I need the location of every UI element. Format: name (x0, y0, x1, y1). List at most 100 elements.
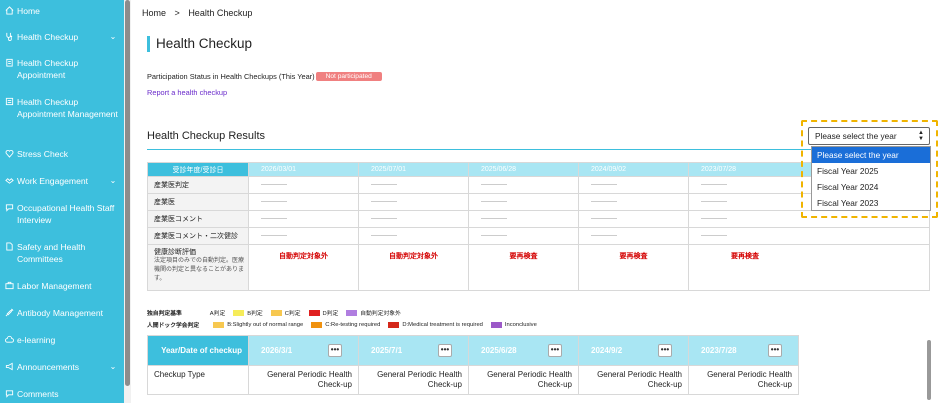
dropdown-option[interactable]: Fiscal Year 2023 (812, 195, 930, 211)
sidebar-item-label: Antibody Management (17, 308, 103, 318)
table-header-row: Year/Date of checkup 2026/3/1 ••• 2025/7/… (147, 335, 930, 366)
sidebar-item-appointment-management[interactable]: Health Checkup Appointment Management (0, 96, 124, 120)
sidebar-item-label: Stress Check (17, 149, 69, 159)
table-header-date: 2024/09/02 (578, 162, 689, 177)
legend-label: Inconclusive (504, 321, 537, 328)
sidebar-item-health-checkup[interactable]: Health Checkup ⌄ (0, 31, 124, 43)
sidebar-item-label: e-learning (17, 335, 56, 345)
sidebar-item-home[interactable]: Home (0, 5, 124, 17)
more-options-button[interactable]: ••• (328, 344, 342, 357)
sidebar-item-label: Comments (17, 389, 59, 399)
row-label: 産業医コメント・二次健診 (147, 227, 249, 245)
more-options-button[interactable]: ••• (548, 344, 562, 357)
empty-cell (358, 193, 469, 211)
checkup-type-value: General Periodic Health Check-up (248, 365, 359, 395)
row-label: 産業医 (147, 193, 249, 211)
sidebar: Home Health Checkup ⌄ Health Checkup App… (0, 0, 124, 403)
table-row-evaluation: 健康診断評価 法定項目のみでの自動判定。医療機関の判定と異なることがあります。 … (147, 244, 930, 291)
list-icon (5, 97, 14, 106)
empty-cell (688, 227, 930, 245)
more-options-button[interactable]: ••• (768, 344, 782, 357)
checkup-details-table: Year/Date of checkup 2026/3/1 ••• 2025/7/… (147, 335, 930, 395)
table-header-date: 2025/07/01 (358, 162, 469, 177)
row-label: Checkup Type (147, 365, 249, 395)
more-options-button[interactable]: ••• (658, 344, 672, 357)
legend-title: 人間ドック学会判定 (147, 323, 200, 329)
year-select[interactable]: Please select the year ▲ ▼ (808, 127, 930, 145)
checkup-type-value: General Periodic Health Check-up (578, 365, 689, 395)
more-options-button[interactable]: ••• (438, 344, 452, 357)
sidebar-item-label: Safety and Health Committees (17, 242, 86, 264)
empty-cell (799, 366, 930, 395)
breadcrumb: Home > Health Checkup (142, 8, 258, 18)
chevron-down-icon: ⌄ (109, 362, 117, 371)
legend-swatch (270, 309, 282, 316)
dropdown-option[interactable]: Fiscal Year 2024 (812, 179, 930, 195)
empty-cell (578, 227, 689, 245)
status-badge: Not participated (315, 72, 382, 81)
legend-swatch (311, 321, 323, 328)
legend-ningen-dock: 人間ドック学会判定 B:Slightly out of normal range… (147, 320, 537, 329)
table-header-date-cell: 2025/6/28 ••• (468, 335, 579, 366)
chevron-down-icon: ⌄ (109, 176, 117, 185)
sidebar-item-work-engagement[interactable]: Work Engagement ⌄ (0, 175, 124, 187)
sidebar-item-stress-check[interactable]: Stress Check (0, 148, 124, 160)
sidebar-item-safety-committees[interactable]: Safety and Health Committees (0, 241, 124, 265)
heart-icon (5, 149, 14, 158)
table-header-year: 受診年度/受診日 (147, 162, 249, 177)
sidebar-item-label: Occupational Health Staff Interview (17, 203, 115, 225)
legend-swatch (308, 309, 320, 316)
legend-label: 自動判定対象外 (360, 311, 401, 317)
cloud-icon (5, 335, 14, 344)
megaphone-icon (5, 362, 14, 371)
document-icon (5, 242, 14, 251)
table-header-date: 2025/6/28 (481, 346, 517, 355)
handshake-icon (5, 176, 14, 185)
evaluation-label-cell: 健康診断評価 法定項目のみでの自動判定。医療機関の判定と異なることがあります。 (147, 244, 249, 291)
chevron-down-icon: ⌄ (109, 32, 117, 41)
participation-label: Participation Status in Health Checkups … (147, 72, 315, 81)
evaluation-value: 自動判定対象外 (358, 244, 469, 291)
sidebar-item-e-learning[interactable]: e-learning (0, 334, 124, 346)
table-header-date: 2025/06/28 (468, 162, 579, 177)
sidebar-item-comments[interactable]: Comments (0, 388, 124, 400)
empty-cell (468, 193, 579, 211)
legend-swatch (490, 321, 502, 328)
table-header-year: Year/Date of checkup (147, 335, 249, 366)
clipboard-icon (5, 58, 14, 67)
legend-label: C判定 (284, 311, 301, 317)
participation-status: Participation Status in Health Checkups … (147, 72, 382, 81)
sidebar-item-health-checkup-appointment[interactable]: Health Checkup Appointment (0, 57, 124, 81)
legend-title: 独自判定基準 (147, 311, 182, 317)
row-label: 産業医判定 (147, 176, 249, 194)
select-arrows-icon: ▲ ▼ (918, 130, 924, 142)
legend-label: D:Medical treatment is required (402, 321, 483, 328)
evaluation-value: 要再検査 (688, 244, 930, 291)
sidebar-item-label: Health Checkup Appointment (17, 58, 79, 80)
empty-cell (248, 210, 359, 228)
table-header-date: 2026/3/1 (261, 346, 293, 355)
sidebar-item-labor-management[interactable]: Labor Management (0, 280, 124, 292)
chat-icon (5, 203, 14, 212)
sidebar-scrollbar-thumb[interactable] (125, 0, 130, 386)
empty-cell (358, 227, 469, 245)
empty-cell (248, 193, 359, 211)
sidebar-item-label: Home (17, 6, 40, 16)
sidebar-item-staff-interview[interactable]: Occupational Health Staff Interview (0, 202, 124, 226)
home-icon (5, 6, 14, 15)
table-header-date: 2025/7/1 (371, 346, 403, 355)
sidebar-item-announcements[interactable]: Announcements ⌄ (0, 361, 124, 373)
table-header-date: 2023/7/28 (701, 346, 737, 355)
evaluation-value: 要再検査 (578, 244, 689, 291)
sidebar-item-label: Health Checkup Appointment Management (17, 97, 118, 119)
evaluation-value: 自動判定対象外 (248, 244, 359, 291)
report-health-checkup-link[interactable]: Report a health checkup (147, 88, 227, 97)
sidebar-item-antibody-management[interactable]: Antibody Management (0, 307, 124, 319)
dropdown-option[interactable]: Fiscal Year 2025 (812, 163, 930, 179)
legend-label: A判定 (209, 311, 226, 317)
breadcrumb-home[interactable]: Home (142, 8, 166, 18)
page-scrollbar[interactable] (927, 340, 931, 400)
dropdown-option[interactable]: Please select the year (812, 147, 930, 163)
checkup-type-value: General Periodic Health Check-up (468, 365, 579, 395)
briefcase-icon (5, 281, 14, 290)
